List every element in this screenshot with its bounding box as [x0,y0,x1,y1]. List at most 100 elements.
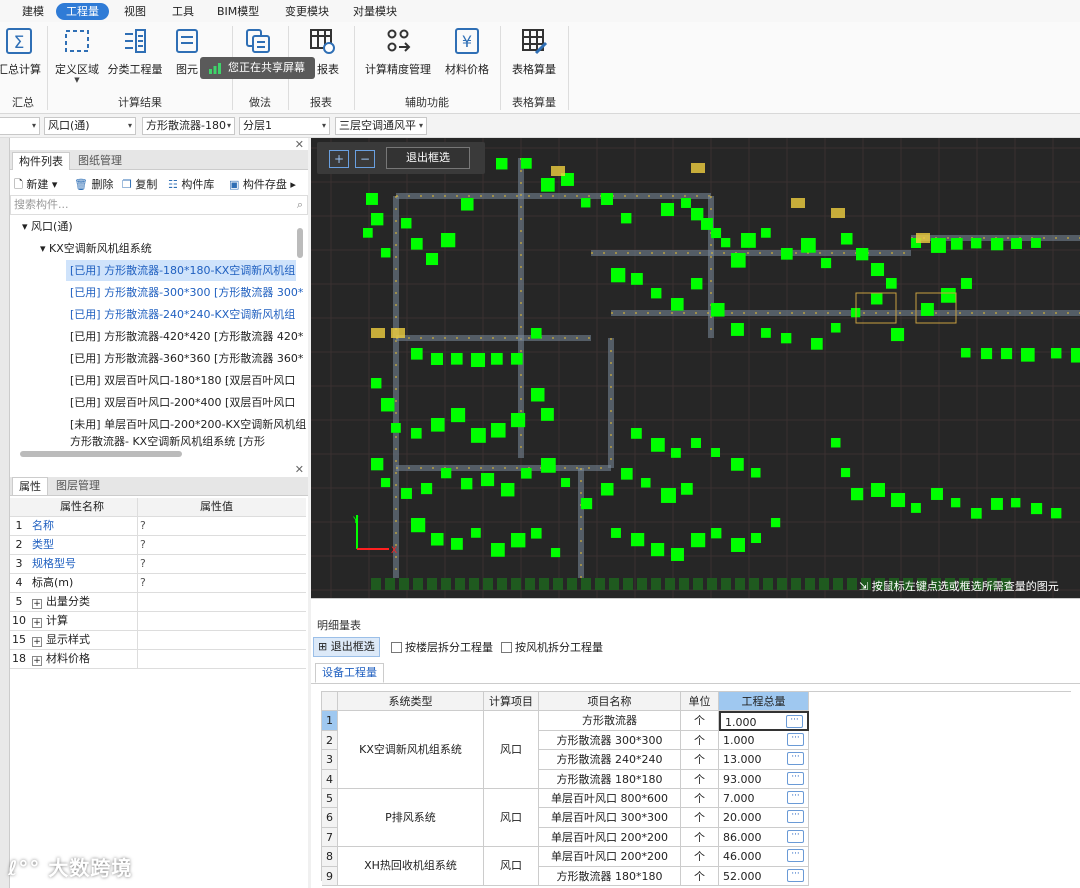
row-number[interactable]: 2 [322,730,338,751]
row-number[interactable]: 7 [322,827,338,848]
split-by-fan-checkbox[interactable]: 按风机拆分工程量 [501,639,603,655]
expand-plus-icon[interactable]: + [32,599,42,609]
more-ellipsis-icon[interactable]: ··· [787,868,804,882]
type-selector[interactable]: 风口(通) ▾ [44,117,136,135]
copy-button[interactable]: ❐ 复制 [122,176,157,192]
tab-layer-manage[interactable]: 图层管理 [50,477,106,495]
props-row[interactable]: 4 标高(m)? [10,574,306,593]
more-ellipsis-icon[interactable]: ··· [787,791,804,804]
tree-root[interactable]: ▾ 风口(通) [22,216,73,237]
tree-vertical-scrollbar[interactable] [297,228,303,258]
total-cell[interactable]: 7.000 ··· [719,789,809,809]
more-ellipsis-icon[interactable]: ··· [786,715,803,729]
close-icon[interactable]: ✕ [295,138,304,151]
column-header[interactable]: 系统类型 [338,692,484,712]
total-cell[interactable]: 1.000 ··· [719,730,809,751]
menu-compare[interactable]: 对量模块 [349,3,401,20]
summary-calc-button[interactable]: Σ 汇总计算 [0,26,42,77]
tree-item[interactable]: [已用] 方形散流器-360*360 [方形散流器 360* [70,348,303,369]
tree-item[interactable]: [已用] 方形散流器-180*180-KX空调新风机组 [66,260,296,281]
more-ellipsis-icon[interactable]: ··· [787,829,804,843]
add-select-icon[interactable]: + [329,150,349,168]
floor-selector[interactable]: ▾ [0,117,40,135]
total-cell[interactable]: 93.000 ··· [719,769,809,789]
expand-plus-icon[interactable]: + [32,618,42,628]
props-row[interactable]: 1 名称? [10,517,306,536]
tab-drawing-manage[interactable]: 图纸管理 [72,152,128,170]
component-search-input[interactable]: 搜索构件... ⌕ [10,195,308,215]
component-selector[interactable]: 方形散流器-180 ▾ [142,117,235,135]
row-number[interactable]: 4 [322,769,338,789]
tab-component-list[interactable]: 构件列表 [12,152,70,170]
tree-item[interactable]: [未用] 单层百叶风口-200*200-KX空调新风机组 [70,414,306,435]
column-header[interactable]: 计算项目 [484,692,539,712]
more-ellipsis-icon[interactable]: ··· [787,771,804,785]
total-cell[interactable]: 86.000 ··· [719,827,809,848]
props-row[interactable]: 3 规格型号? [10,555,306,574]
drawing-selector[interactable]: 三层空调通风平 ▾ [335,117,427,135]
split-by-floor-checkbox[interactable]: 按楼层拆分工程量 [391,639,493,655]
calc-precision-button[interactable]: 计算精度管理 [362,26,434,77]
tree-item[interactable]: [已用] 双层百叶风口-200*400 [双层百叶风口 [70,392,295,413]
total-cell[interactable]: 52.000 ··· [719,866,809,886]
element-qty-button[interactable]: 图元 [172,26,202,77]
more-ellipsis-icon[interactable]: ··· [787,732,804,746]
exit-select-button[interactable]: 退出框选 [386,147,470,169]
tree-horizontal-scrollbar[interactable] [20,451,182,457]
props-row[interactable]: 10 + 计算 [10,612,306,631]
method-button[interactable] [240,26,276,61]
props-row-value[interactable]: ? [140,574,146,592]
menu-view[interactable]: 视图 [120,3,150,20]
exit-select-detail-button[interactable]: ⊞ 退出框选 [313,637,380,657]
total-cell[interactable]: 46.000 ··· [719,847,809,867]
delete-button[interactable]: 🗑 删除 [74,176,113,192]
menu-change[interactable]: 变更模块 [281,3,333,20]
props-row[interactable]: 15 + 显示样式 [10,631,306,650]
save-component-button[interactable]: ▣ 构件存盘 ▸ [229,176,296,192]
total-cell[interactable]: 13.000 ··· [719,750,809,770]
total-cell[interactable]: 1.000 ··· [719,711,809,731]
tree-item[interactable]: 方形散流器- KX空调新风机组系统 [方形 [70,436,265,448]
library-button[interactable]: ☷ 构件库 [168,176,214,192]
menu-build[interactable]: 建模 [18,3,48,20]
tree-item[interactable]: [已用] 双层百叶风口-180*180 [双层百叶风口 [70,370,295,391]
layer-selector[interactable]: 分层1 ▾ [239,117,330,135]
tab-equipment-qty[interactable]: 设备工程量 [315,663,384,683]
row-number[interactable]: 8 [322,847,338,867]
row-number[interactable]: 1 [322,711,338,731]
props-row-value[interactable]: ? [140,555,146,573]
props-row-value[interactable]: ? [140,517,146,535]
more-ellipsis-icon[interactable]: ··· [787,752,804,766]
column-header[interactable]: 单位 [681,692,719,712]
menu-tools[interactable]: 工具 [168,3,198,20]
tree-item[interactable]: [已用] 方形散流器-420*420 [方形散流器 420* [70,326,303,347]
row-number[interactable]: 6 [322,808,338,828]
tab-properties[interactable]: 属性 [12,477,48,495]
classified-qty-button[interactable]: 分类工程量 [104,26,166,77]
row-number[interactable]: 9 [322,866,338,886]
material-price-button[interactable]: ¥ 材料价格 [440,26,494,77]
expand-plus-icon[interactable]: + [32,656,42,666]
column-header[interactable]: 工程总量 [719,692,809,712]
props-row-value[interactable]: ? [140,536,146,554]
table-calc-button[interactable]: 表格算量 [508,26,560,77]
more-ellipsis-icon[interactable]: ··· [787,849,804,863]
row-number[interactable]: 5 [322,789,338,809]
props-row[interactable]: 2 类型? [10,536,306,555]
more-ellipsis-icon[interactable]: ··· [787,810,804,824]
new-button[interactable]: 🗋 新建 ▾ [14,176,57,195]
row-number[interactable]: 3 [322,750,338,770]
column-header[interactable]: 项目名称 [539,692,681,712]
close-icon[interactable]: ✕ [295,463,304,476]
props-row[interactable]: 18 + 材料价格 [10,650,306,669]
define-region-button[interactable]: 定义区域 ▼ [52,26,102,84]
remove-select-icon[interactable]: − [355,150,375,168]
drawing-canvas[interactable]: + − 退出框选 YX ⇲ 按鼠标左键点选或框选所需查量的图元 [311,138,1080,598]
tree-item[interactable]: [已用] 方形散流器-240*240-KX空调新风机组 [70,304,295,325]
total-cell[interactable]: 20.000 ··· [719,808,809,828]
tree-item[interactable]: [已用] 方形散流器-300*300 [方形散流器 300* [70,282,303,303]
menu-bim[interactable]: BIM模型 [213,3,263,20]
menu-quantity[interactable]: 工程量 [56,3,109,20]
tree-system[interactable]: ▾ KX空调新风机组系统 [40,238,152,259]
props-row[interactable]: 5 + 出量分类 [10,593,306,612]
